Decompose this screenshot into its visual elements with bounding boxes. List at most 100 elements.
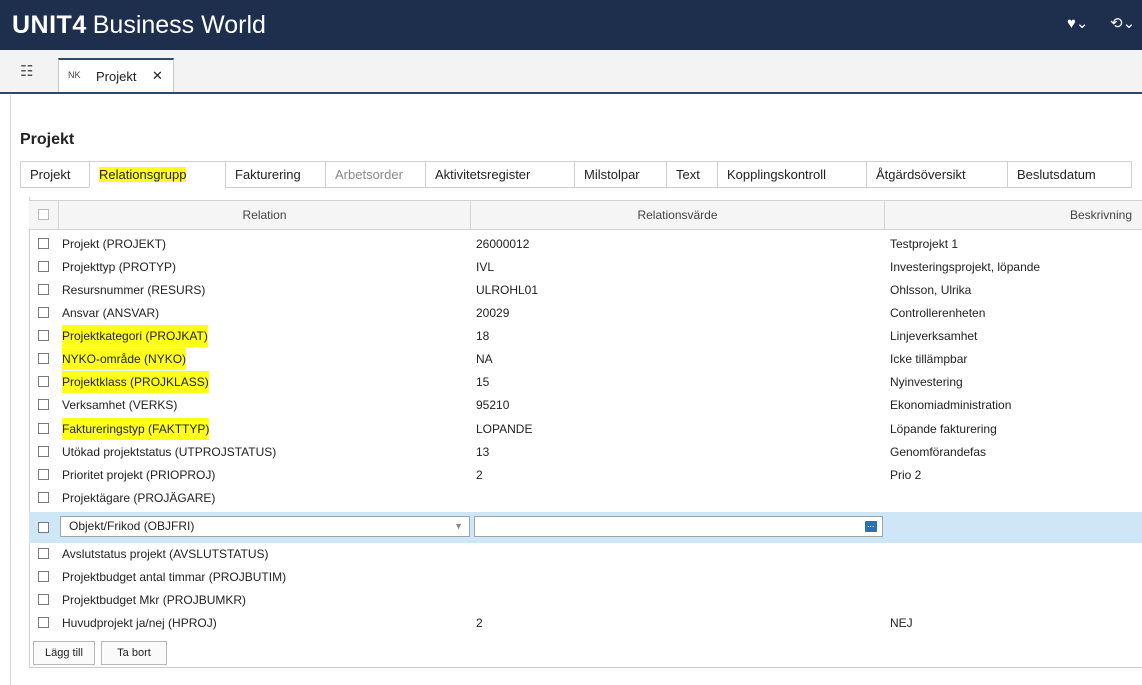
row-checkbox[interactable] (38, 446, 49, 457)
row-checkbox[interactable] (38, 353, 49, 364)
tab-label: Milstolpar (584, 167, 640, 182)
row-checkbox[interactable] (38, 330, 49, 341)
relation-cell: Projektbudget antal timmar (PROJBUTIM) (62, 570, 287, 584)
row-checkbox[interactable] (38, 469, 49, 480)
value-cell: 26000012 (476, 237, 530, 251)
table-row[interactable]: Projektklass (PROJKLASS) 15 Nyinvesterin… (29, 371, 1142, 393)
description-cell: NEJ (890, 616, 913, 630)
history-icon[interactable]: ⟲⌄ (1110, 15, 1135, 33)
description-cell: Linjeverksamhet (890, 329, 978, 343)
row-checkbox[interactable] (38, 261, 49, 272)
value-cell: IVL (476, 260, 495, 274)
tab-milstolpar[interactable]: Milstolpar (574, 161, 667, 188)
tab-fakturering[interactable]: Fakturering (225, 161, 326, 188)
row-checkbox[interactable] (38, 307, 49, 318)
row-checkbox[interactable] (38, 522, 49, 533)
table-row[interactable]: Huvudprojekt ja/nej (HPROJ) 2 NEJ (29, 612, 1142, 634)
row-checkbox[interactable] (38, 238, 49, 249)
relation-cell: Resursnummer (RESURS) (62, 283, 206, 297)
relation-cell: Ansvar (ANSVAR) (62, 306, 160, 320)
value-cell: LOPANDE (476, 422, 533, 436)
open-tab-projekt[interactable]: NK Projekt ✕ (58, 58, 174, 92)
description-cell: Prio 2 (890, 468, 922, 482)
tab-label: Fakturering (235, 167, 301, 182)
row-checkbox[interactable] (38, 423, 49, 434)
description-cell: Nyinvestering (890, 375, 963, 389)
tab-label: Text (676, 167, 700, 182)
value-cell: NA (476, 352, 493, 366)
table-row[interactable]: Resursnummer (RESURS) ULROHL01 Ohlsson, … (29, 279, 1142, 301)
table-row[interactable]: NYKO-område (NYKO) NA Icke tillämpbar (29, 348, 1142, 370)
brand-logo-text: UNIT4 (12, 11, 87, 39)
table-row[interactable]: Utökad projektstatus (UTPROJSTATUS) 13 G… (29, 441, 1142, 463)
menu-list-icon[interactable]: ☷ (20, 62, 42, 82)
table-row[interactable]: Projektkategori (PROJKAT) 18 Linjeverksa… (29, 325, 1142, 347)
tab-label: Beslutsdatum (1017, 167, 1096, 182)
table-row[interactable]: Projektbudget Mkr (PROJBUMKR) (29, 589, 1142, 611)
relation-cell: Projektklass (PROJKLASS) (62, 371, 209, 393)
tab-relationsgrupp[interactable]: Relationsgrupp (89, 161, 226, 188)
tab-kopplingskontroll[interactable]: Kopplingskontroll (717, 161, 867, 188)
add-row-button[interactable]: Lägg till (33, 641, 95, 665)
row-checkbox[interactable] (38, 284, 49, 295)
tab-label: Projekt (30, 167, 71, 182)
table-row[interactable]: Faktureringstyp (FAKTTYP) LOPANDE Löpand… (29, 418, 1142, 440)
column-header-beskrivning[interactable]: Beskrivning (885, 201, 1142, 229)
table-row[interactable]: Verksamhet (VERKS) 95210 Ekonomiadminist… (29, 394, 1142, 416)
table-row[interactable]: Avslutstatus projekt (AVSLUTSTATUS) (29, 543, 1142, 565)
header-select-cell (29, 201, 59, 229)
row-checkbox[interactable] (38, 399, 49, 410)
row-checkbox[interactable] (38, 617, 49, 628)
relation-cell: Faktureringstyp (FAKTTYP) (62, 418, 210, 440)
tab-projekt[interactable]: Projekt (20, 161, 90, 188)
table-row[interactable]: Projektägare (PROJÄGARE) (29, 487, 1142, 509)
row-checkbox[interactable] (38, 548, 49, 559)
row-checkbox[interactable] (38, 376, 49, 387)
description-cell: Ohlsson, Ulrika (890, 283, 972, 297)
relation-value-input[interactable] (474, 516, 883, 537)
relation-dropdown-value: Objekt/Frikod (OBJFRI) (69, 519, 195, 533)
close-tab-icon[interactable]: ✕ (152, 68, 163, 84)
row-checkbox[interactable] (38, 571, 49, 582)
open-tab-label: Projekt (96, 69, 137, 84)
column-header-relation[interactable]: Relation (59, 201, 471, 229)
column-header-relationsvarde[interactable]: Relationsvärde (471, 201, 885, 229)
tab-label: Kopplingskontroll (727, 167, 827, 182)
value-cell: 95210 (476, 398, 510, 412)
relation-cell: Avslutstatus projekt (AVSLUTSTATUS) (62, 547, 269, 561)
table-row-selected[interactable]: Objekt/Frikod (OBJFRI) ▼ (29, 512, 1142, 543)
tab-text[interactable]: Text (666, 161, 718, 188)
relation-cell: Verksamhet (VERKS) (62, 398, 178, 412)
open-tab-prefix: NK (68, 70, 81, 80)
relation-dropdown[interactable]: Objekt/Frikod (OBJFRI) ▼ (60, 516, 470, 537)
tab-label: Åtgärdsöversikt (876, 167, 966, 182)
favorites-heart-icon[interactable]: ♥⌄ (1067, 15, 1088, 33)
tab-aktivitetsregister[interactable]: Aktivitetsregister (425, 161, 575, 188)
row-checkbox[interactable] (38, 492, 49, 503)
table-row[interactable]: Projektbudget antal timmar (PROJBUTIM) (29, 566, 1142, 588)
section-tabs: Projekt Relationsgrupp Fakturering Arbet… (20, 161, 1132, 188)
chevron-down-icon[interactable]: ▼ (454, 517, 463, 536)
description-cell: Ekonomiadministration (890, 398, 1012, 412)
remove-row-button[interactable]: Ta bort (101, 641, 167, 665)
tab-arbetsorder: Arbetsorder (325, 161, 426, 188)
value-cell: ULROHL01 (476, 283, 539, 297)
relation-cell: Projekt (PROJEKT) (62, 237, 167, 251)
tab-atgardsoversikt[interactable]: Åtgärdsöversikt (866, 161, 1008, 188)
table-row[interactable]: Projekt (PROJEKT) 26000012 Testprojekt 1 (29, 233, 1142, 255)
left-divider (10, 95, 11, 685)
value-cell: 13 (476, 445, 490, 459)
row-checkbox[interactable] (38, 594, 49, 605)
description-cell: Testprojekt 1 (890, 237, 959, 251)
table-row[interactable]: Ansvar (ANSVAR) 20029 Controllerenheten (29, 302, 1142, 324)
table-row[interactable]: Prioritet projekt (PRIOPROJ) 2 Prio 2 (29, 464, 1142, 486)
tab-beslutsdatum[interactable]: Beslutsdatum (1007, 161, 1132, 188)
tab-label: Aktivitetsregister (435, 167, 531, 182)
relation-cell: Utökad projektstatus (UTPROJSTATUS) (62, 445, 277, 459)
lookup-icon[interactable] (865, 518, 877, 532)
page-title: Projekt (20, 131, 75, 148)
table-row[interactable]: Projekttyp (PROTYP) IVL Investeringsproj… (29, 256, 1142, 278)
select-all-checkbox[interactable] (38, 209, 49, 220)
description-cell: Genomförandefas (890, 445, 987, 459)
value-cell: 2 (476, 468, 483, 482)
